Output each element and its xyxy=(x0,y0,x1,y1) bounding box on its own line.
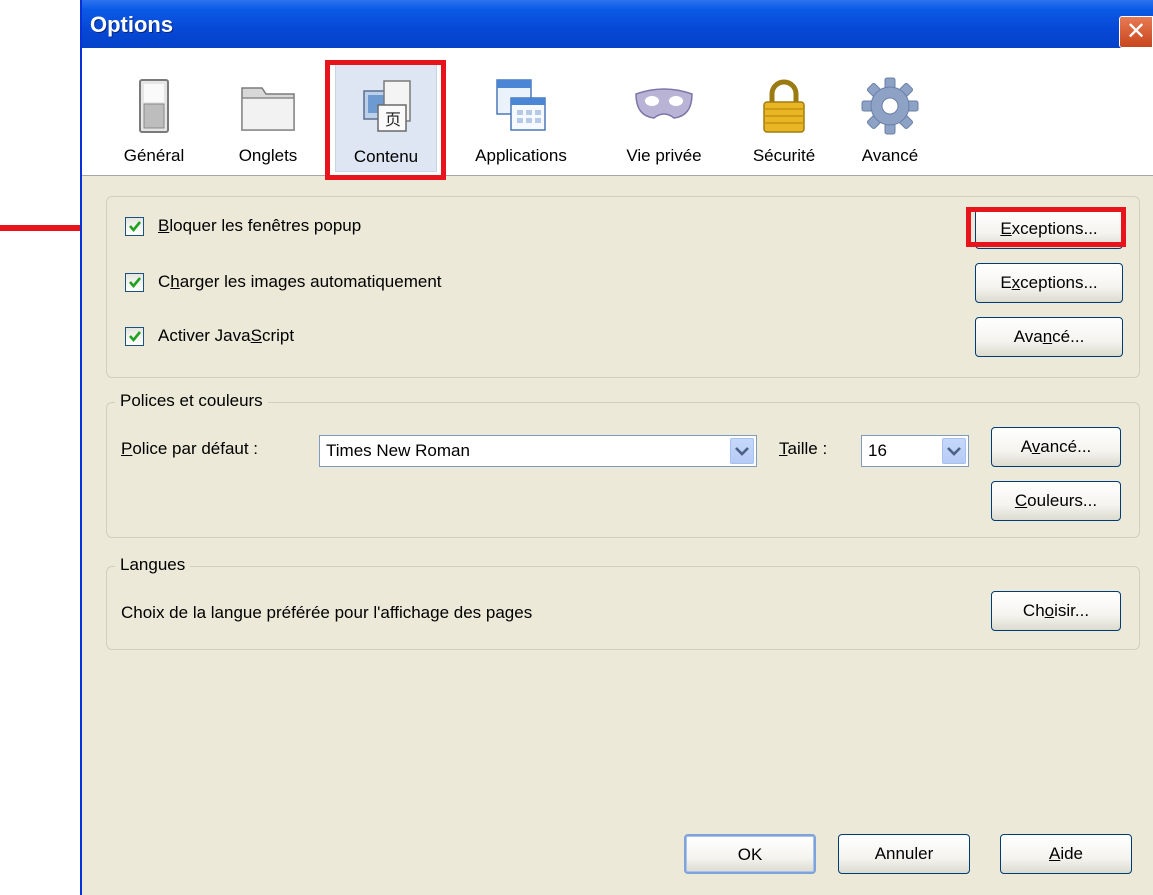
javascript-checkbox-row[interactable]: Activer JavaScript xyxy=(125,323,294,349)
tab-label: Général xyxy=(123,146,185,165)
tab-securite[interactable]: Sécurité xyxy=(738,60,830,172)
content-icon: 页 xyxy=(363,80,411,132)
options-dialog: Options ✕ Général Onglets 页 Contenu Appl… xyxy=(80,0,1153,895)
fonts-group: Polices et couleurs Police par défaut : … xyxy=(106,391,1140,538)
options-toolbar: Général Onglets 页 Contenu Applications V… xyxy=(82,48,1153,176)
checkmark-icon xyxy=(128,331,141,343)
padlock-icon xyxy=(763,79,805,133)
tab-general[interactable]: Général xyxy=(102,60,206,172)
images-checkbox[interactable] xyxy=(125,272,144,292)
switch-icon xyxy=(139,79,169,133)
default-font-label: Police par défaut : xyxy=(121,439,259,458)
help-button[interactable]: Aide xyxy=(1000,834,1132,874)
gear-icon xyxy=(861,77,919,135)
tab-label: Avancé xyxy=(861,146,919,165)
mask-icon xyxy=(635,88,693,119)
fonts-legend: Polices et couleurs xyxy=(115,391,268,411)
popup-label: Bloquer les fenêtres popup xyxy=(158,216,362,235)
folder-tabs-icon xyxy=(241,87,295,131)
javascript-advanced-button[interactable]: Avancé... xyxy=(975,317,1123,357)
ok-button[interactable]: OK xyxy=(684,834,816,874)
images-label: Charger les images automatiquement xyxy=(158,272,442,291)
title-bar: Options ✕ xyxy=(82,0,1153,48)
tab-label: Vie privée xyxy=(626,146,702,165)
popup-checkbox[interactable] xyxy=(125,216,144,236)
tab-applications[interactable]: Applications xyxy=(456,60,586,172)
content-group: Bloquer les fenêtres popup Charger les i… xyxy=(106,196,1140,378)
tab-label: Sécurité xyxy=(752,146,816,165)
dropdown-arrow[interactable] xyxy=(730,438,754,464)
close-icon: ✕ xyxy=(1125,18,1147,45)
fonts-advanced-button[interactable]: Avancé... xyxy=(991,427,1121,467)
images-checkbox-row[interactable]: Charger les images automatiquement xyxy=(125,269,442,295)
images-exceptions-button[interactable]: Exceptions... xyxy=(975,263,1123,303)
choose-language-button[interactable]: Choisir... xyxy=(991,591,1121,631)
default-font-select[interactable]: Times New Roman xyxy=(319,435,757,467)
tab-label: Contenu xyxy=(353,147,419,166)
javascript-label: Activer JavaScript xyxy=(158,326,295,345)
checkmark-icon xyxy=(128,221,141,233)
tab-label: Applications xyxy=(475,146,567,165)
default-font-value: Times New Roman xyxy=(326,441,470,460)
size-label: Taille : xyxy=(779,439,828,458)
font-size-value: 16 xyxy=(868,441,887,460)
font-size-select[interactable]: 16 xyxy=(861,435,969,467)
popup-checkbox-row[interactable]: Bloquer les fenêtres popup xyxy=(125,213,361,239)
dropdown-arrow[interactable] xyxy=(942,438,966,464)
checkmark-icon xyxy=(128,277,141,289)
close-button[interactable]: ✕ xyxy=(1119,16,1153,48)
tab-onglets[interactable]: Onglets xyxy=(220,60,316,172)
chevron-down-icon xyxy=(735,447,749,456)
applications-icon xyxy=(496,79,546,131)
tab-avance[interactable]: Avancé xyxy=(848,60,932,172)
languages-group: Langues Choix de la langue préférée pour… xyxy=(106,555,1140,650)
languages-legend: Langues xyxy=(115,555,191,575)
tab-vie-privee[interactable]: Vie privée xyxy=(608,60,720,172)
colors-button[interactable]: Couleurs... xyxy=(991,481,1121,521)
cancel-button[interactable]: Annuler xyxy=(838,834,970,874)
javascript-checkbox[interactable] xyxy=(125,326,144,346)
window-title: Options xyxy=(90,12,174,37)
svg-text:页: 页 xyxy=(385,110,401,129)
language-description: Choix de la langue préférée pour l'affic… xyxy=(121,603,533,622)
popup-exceptions-button[interactable]: Exceptions... xyxy=(975,209,1123,249)
tab-contenu[interactable]: 页 Contenu xyxy=(335,60,437,172)
tab-label: Onglets xyxy=(238,146,298,165)
chevron-down-icon xyxy=(947,447,961,456)
